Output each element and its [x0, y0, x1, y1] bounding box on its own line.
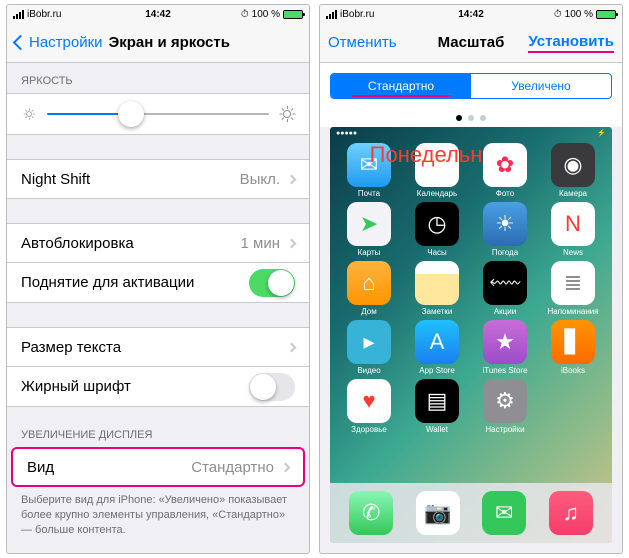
chevron-right-icon — [287, 174, 297, 184]
sun-max-icon — [279, 106, 295, 122]
app-Настройки[interactable]: ⚙Настройки — [474, 379, 536, 434]
back-button[interactable]: Настройки — [15, 34, 103, 51]
page-title: Масштаб — [438, 34, 505, 51]
raise-to-wake-cell: Поднятие для активации — [7, 263, 309, 303]
cancel-button[interactable]: Отменить — [328, 34, 397, 51]
phone-settings: iBobr.ru 14:42 ⏱ 100 % Настройки Экран и… — [6, 4, 310, 554]
dock-app[interactable]: ♫ — [549, 491, 593, 535]
app-Карты[interactable]: ➤Карты — [338, 202, 400, 257]
segment-zoomed[interactable]: Увеличено — [471, 74, 611, 98]
dock-app[interactable]: 📷 — [416, 491, 460, 535]
sun-min-icon — [23, 108, 34, 119]
nav-bar: Отменить Масштаб Установить — [320, 23, 622, 63]
bold-switch[interactable] — [249, 373, 295, 401]
zoom-segment: Стандартно Увеличено — [330, 73, 612, 99]
brightness-slider[interactable] — [7, 93, 309, 135]
status-bar: iBobr.ru 14:42 ⏱ 100 % — [320, 5, 622, 23]
dock-app[interactable]: ✉ — [482, 491, 526, 535]
app-App Store[interactable]: AApp Store — [406, 320, 468, 375]
bold-text-cell: Жирный шрифт — [7, 367, 309, 407]
app-Погода[interactable]: ☀Погода — [474, 202, 536, 257]
app-Календарь[interactable]: Понедельник23Календарь — [406, 143, 468, 198]
text-size-cell[interactable]: Размер текста — [7, 327, 309, 367]
view-footer: Выберите вид для iPhone: «Увеличено» пок… — [7, 487, 309, 544]
chevron-right-icon — [281, 462, 291, 472]
night-shift-cell[interactable]: Night ShiftВыкл. — [7, 159, 309, 199]
app-iBooks[interactable]: ▋iBooks — [542, 320, 604, 375]
home-preview: ●●●●●⚡ ✉ПочтаПонедельник23Календарь✿Фото… — [330, 127, 612, 543]
brightness-header: ЯРКОСТЬ — [7, 63, 309, 93]
set-button[interactable]: Установить — [528, 33, 614, 53]
dock-app[interactable]: ✆ — [349, 491, 393, 535]
app-Дом[interactable]: ⌂Дом — [338, 261, 400, 316]
raise-switch[interactable] — [249, 269, 295, 297]
app-Заметки[interactable]: Заметки — [406, 261, 468, 316]
page-dots — [320, 109, 622, 127]
app-Камера[interactable]: ◉Камера — [542, 143, 604, 198]
nav-bar: Настройки Экран и яркость — [7, 23, 309, 63]
view-cell[interactable]: ВидСтандартно — [11, 447, 305, 487]
app-Фото[interactable]: ✿Фото — [474, 143, 536, 198]
zoom-header: УВЕЛИЧЕНИЕ ДИСПЛЕЯ — [7, 407, 309, 447]
phone-zoom: iBobr.ru 14:42 ⏱ 100 % Отменить Масштаб … — [319, 4, 623, 554]
autolock-cell[interactable]: Автоблокировка1 мин — [7, 223, 309, 263]
app-News[interactable]: NNews — [542, 202, 604, 257]
status-bar: iBobr.ru 14:42 ⏱ 100 % — [7, 5, 309, 23]
app-Wallet[interactable]: ▤Wallet — [406, 379, 468, 434]
chevron-right-icon — [287, 342, 297, 352]
app-Напоминания[interactable]: ≣Напоминания — [542, 261, 604, 316]
app-iTunes Store[interactable]: ★iTunes Store — [474, 320, 536, 375]
chevron-right-icon — [287, 238, 297, 248]
app-Видео[interactable]: ▸Видео — [338, 320, 400, 375]
app-Часы[interactable]: ◷Часы — [406, 202, 468, 257]
segment-standard[interactable]: Стандартно — [331, 74, 471, 98]
page-title: Экран и яркость — [109, 34, 230, 51]
app-Акции[interactable]: ⬳Акции — [474, 261, 536, 316]
app-Здоровье[interactable]: ♥Здоровье — [338, 379, 400, 434]
